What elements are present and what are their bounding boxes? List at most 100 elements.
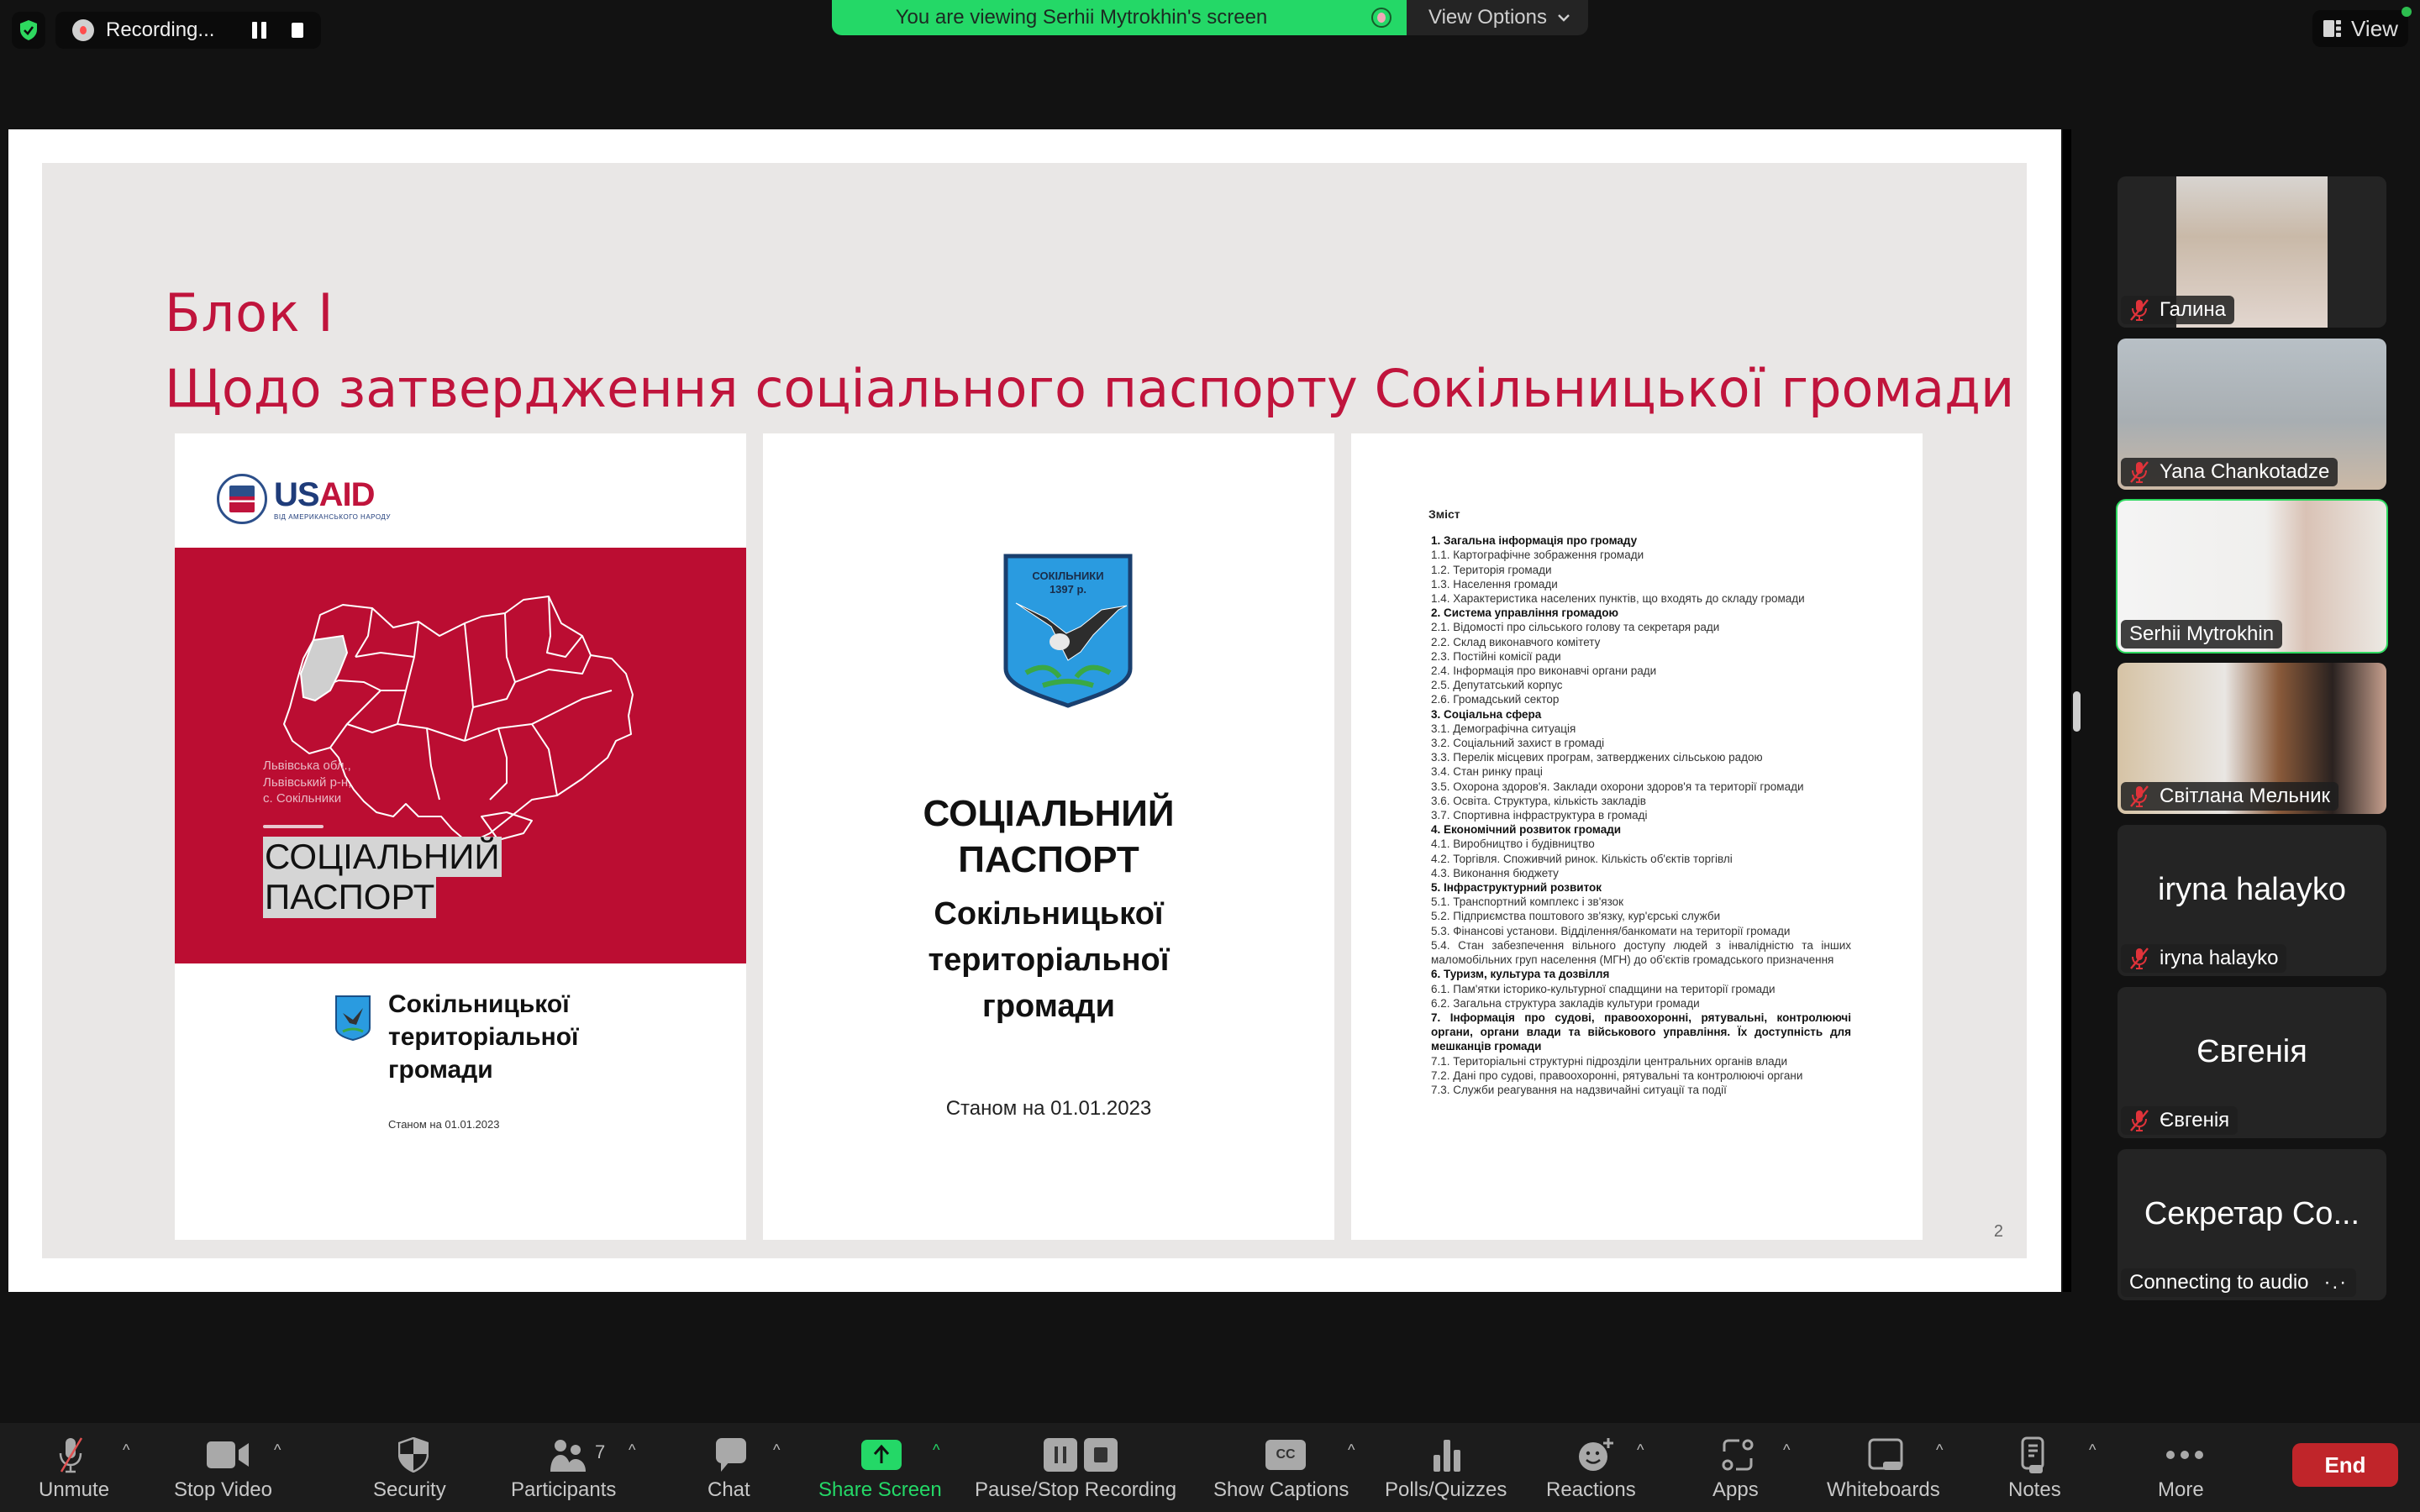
toc-section-heading: 4. Економічний розвиток громади xyxy=(1431,823,1622,837)
security-label: Security xyxy=(373,1478,446,1501)
sokilnyky-crest-icon: СОКІЛЬНИКИ 1397 р. xyxy=(1003,554,1133,708)
participants-count-badge: 7 xyxy=(595,1441,606,1462)
notes-label: Notes xyxy=(2008,1478,2061,1501)
stop-video-button[interactable]: ^ Stop Video xyxy=(168,1423,294,1512)
resize-handle[interactable] xyxy=(2073,691,2081,732)
record-icon xyxy=(72,19,94,41)
participant-name: Галина xyxy=(2160,298,2227,321)
document-date: Станом на 01.01.2023 xyxy=(388,1118,500,1131)
participants-options-caret[interactable]: ^ xyxy=(629,1441,635,1459)
whiteboards-label: Whiteboards xyxy=(1827,1478,1940,1501)
usaid-logo-subtitle: ВІД АМЕРИКАНСЬКОГО НАРОДУ xyxy=(274,512,391,521)
passport-title-line: ПАСПОРТ xyxy=(958,839,1139,880)
view-layout-button[interactable]: View xyxy=(2312,10,2408,47)
notes-button[interactable]: ^ Notes xyxy=(2008,1423,2096,1512)
reactions-label: Reactions xyxy=(1546,1478,1636,1501)
participant-tile[interactable]: Секретар Со... Connecting to audio ·.· xyxy=(2118,1149,2386,1300)
slide-page-number: 2 xyxy=(1993,1222,2003,1241)
passport-title: СОЦІАЛЬНИЙ ПАСПОРТ xyxy=(763,790,1334,883)
participant-tile-active-speaker[interactable]: Serhii Mytrokhin xyxy=(2116,499,2388,654)
shared-screen: Блок І Щодо затвердження соціального пас… xyxy=(8,129,2061,1292)
crest-text-year: 1397 р. xyxy=(1050,583,1086,596)
toc-section-heading: 3. Соціальна сфера xyxy=(1431,707,1542,721)
apps-options-caret[interactable]: ^ xyxy=(1783,1441,1790,1459)
whiteboards-options-caret[interactable]: ^ xyxy=(1936,1441,1943,1459)
community-subtitle-line: громади xyxy=(982,989,1115,1025)
presentation-slide: Блок І Щодо затвердження соціального пас… xyxy=(42,163,2027,1258)
notes-options-caret[interactable]: ^ xyxy=(2089,1441,2096,1459)
toc-entry: 5.3. Фінансові установи. Відділення/банк… xyxy=(1431,924,1791,937)
unmute-button[interactable]: ^ Unmute xyxy=(34,1423,129,1512)
toc-section-heading: 6. Туризм, культура та дозвілля xyxy=(1431,968,1610,981)
unmute-options-caret[interactable]: ^ xyxy=(123,1441,129,1459)
toc-entry: 1.2. Територія громади xyxy=(1431,563,1552,576)
security-button[interactable]: Security xyxy=(361,1423,462,1512)
toc-entry: 2.1. Відомості про сільського голову та … xyxy=(1431,621,1720,634)
participant-tile[interactable]: Галина xyxy=(2118,176,2386,328)
toc-entry: 2.4. Інформація про виконавчі органи рад… xyxy=(1431,664,1657,678)
usaid-logo: USAID ВІД АМЕРИКАНСЬКОГО НАРОДУ xyxy=(217,474,391,524)
toc-entry: 3.2. Соціальний захист в громаді xyxy=(1431,737,1605,750)
reactions-button[interactable]: ^ Reactions xyxy=(1546,1423,1655,1512)
region-caption: Львівська обл., Львівський р-н, с. Сокіл… xyxy=(263,758,351,807)
security-status-badge[interactable] xyxy=(12,12,45,49)
participant-tile[interactable]: Євгенія Євгенія xyxy=(2118,987,2386,1138)
toc-entry: 4.2. Торгівля. Споживчий ринок. Кількіст… xyxy=(1431,852,1733,865)
apps-button[interactable]: ^ Apps xyxy=(1706,1423,1790,1512)
pause-stop-recording-button[interactable]: Pause/Stop Recording xyxy=(975,1423,1185,1512)
community-subtitle-line: територіальної xyxy=(928,942,1170,979)
polls-quizzes-button[interactable]: Polls/Quizzes xyxy=(1385,1423,1511,1512)
show-captions-button[interactable]: CC ^ Show Captions xyxy=(1213,1423,1365,1512)
region-caption-line: Львівська обл., xyxy=(263,759,351,773)
mic-muted-icon xyxy=(2130,1110,2149,1131)
mic-muted-icon xyxy=(2130,948,2149,969)
toc-entry: 1.3. Населення громади xyxy=(1431,577,1558,591)
end-meeting-button[interactable]: End xyxy=(2292,1443,2398,1487)
whiteboards-button[interactable]: ^ Whiteboards xyxy=(1827,1423,1953,1512)
participants-button[interactable]: 7 ^ Participants xyxy=(508,1423,659,1512)
video-camera-icon xyxy=(207,1441,249,1468)
toc-section-heading: 7. Інформація про судові, правоохоронні,… xyxy=(1431,1011,1851,1053)
passport-title-line: СОЦІАЛЬНИЙ xyxy=(263,837,502,878)
document-cover-crest: СОКІЛЬНИКИ 1397 р. СОЦІАЛЬНИЙ ПАСПОРТ Со… xyxy=(763,433,1334,1240)
participant-name: iryna halayko xyxy=(2160,947,2279,969)
more-button[interactable]: More xyxy=(2151,1423,2218,1512)
loading-dots-icon: ·.· xyxy=(2323,1271,2349,1294)
reactions-options-caret[interactable]: ^ xyxy=(1637,1441,1644,1459)
toc-entry: 1.1. Картографічне зображення громади xyxy=(1431,549,1644,562)
polls-label: Polls/Quizzes xyxy=(1385,1478,1507,1501)
passport-title-line: СОЦІАЛЬНИЙ xyxy=(923,793,1175,834)
share-options-caret[interactable]: ^ xyxy=(933,1441,939,1459)
toc-section-heading: 1. Загальна інформація про громаду xyxy=(1431,534,1638,548)
stop-recording-button[interactable] xyxy=(292,23,303,38)
panel-divider xyxy=(2063,129,2071,1292)
participant-name-tag: Yana Chankotadze xyxy=(2121,458,2338,486)
pause-recording-button[interactable] xyxy=(252,22,266,39)
document-cover-usaid: USAID ВІД АМЕРИКАНСЬКОГО НАРОДУ Львівськ… xyxy=(175,433,746,1240)
participant-display-name: Євгенія xyxy=(2196,1034,2307,1069)
chat-options-caret[interactable]: ^ xyxy=(773,1441,780,1459)
chat-button[interactable]: ^ Chat xyxy=(704,1423,805,1512)
share-screen-button[interactable]: ^ Share Screen xyxy=(817,1423,960,1512)
video-options-caret[interactable]: ^ xyxy=(274,1441,281,1459)
participant-tile[interactable]: Світлана Мельник xyxy=(2118,663,2386,814)
community-subtitle: Сокільницької територіальної громади xyxy=(763,891,1334,1030)
participants-icon xyxy=(550,1440,586,1472)
recording-label: Recording... xyxy=(106,18,215,41)
closed-captions-icon: CC xyxy=(1265,1440,1306,1470)
participant-tile[interactable]: iryna halayko iryna halayko xyxy=(2118,825,2386,976)
usaid-seal-icon xyxy=(217,474,267,524)
toc-entry: 3.1. Демографічна ситуація xyxy=(1431,722,1576,735)
sharing-indicator-icon xyxy=(1371,8,1392,28)
share-screen-icon xyxy=(861,1440,902,1470)
toc-entry: 2.6. Громадський сектор xyxy=(1431,693,1560,706)
participant-tile[interactable]: Yana Chankotadze xyxy=(2118,339,2386,490)
apps-label: Apps xyxy=(1712,1478,1759,1501)
captions-options-caret[interactable]: ^ xyxy=(1348,1441,1355,1459)
toc-entry: 6.1. Пам'ятки історико-культурної спадщи… xyxy=(1431,982,1776,995)
toc-entry: 3.6. Освіта. Структура, кількість заклад… xyxy=(1431,794,1646,807)
emoji-add-icon xyxy=(1579,1438,1613,1471)
viewing-banner-text: You are viewing Serhii Mytrokhin's scree… xyxy=(895,6,1268,29)
toc-entry: 2.5. Депутатський корпус xyxy=(1431,679,1563,692)
view-options-menu[interactable]: View Options xyxy=(1407,0,1588,35)
